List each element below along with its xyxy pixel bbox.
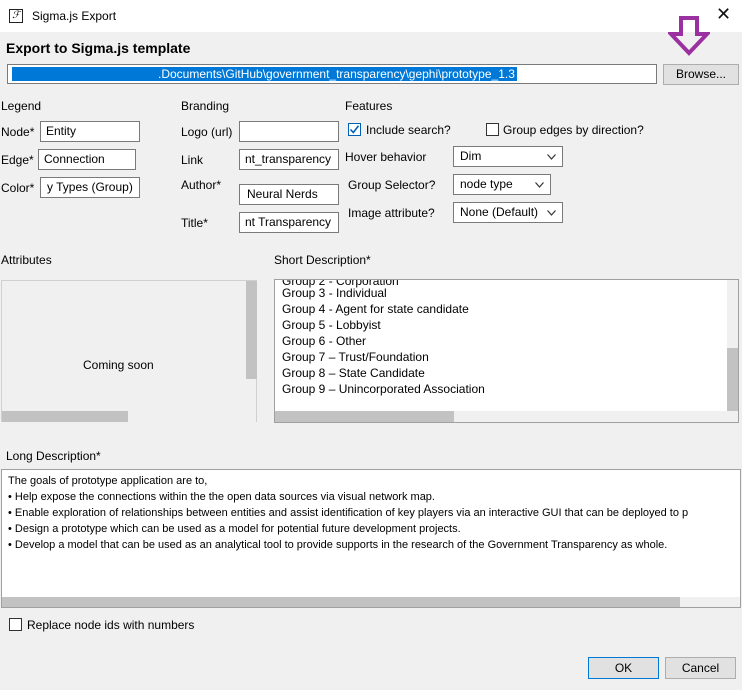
edge-field[interactable]: Connection [38,149,136,170]
hover-behavior-select[interactable]: Dim [453,146,563,167]
hover-behavior-value: Dim [460,149,482,163]
short-description-textarea[interactable]: Group 2 - Corporation Group 3 - Individu… [274,279,739,423]
link-label: Link [181,153,204,167]
link-field[interactable]: nt_transparency [239,149,339,170]
image-attribute-value: None (Default) [460,205,539,219]
node-label: Node* [1,125,35,139]
group-selector-select[interactable]: node type [453,174,551,195]
node-field[interactable]: Entity [40,121,140,142]
sigma-app-icon: ℱ [9,9,23,23]
long-description-line: • Develop a model that can be used as an… [8,539,668,551]
short-description-line: Group 8 – State Candidate [282,366,425,380]
include-search-checkbox[interactable] [348,123,361,136]
long-description-hscroll-thumb[interactable] [2,597,680,607]
long-description-title: Long Description* [6,449,101,463]
group-selector-value: node type [460,177,513,191]
group-edges-checkbox[interactable] [486,123,499,136]
attributes-section-title: Attributes [1,253,52,267]
chevron-down-icon [535,182,544,188]
short-description-horizontal-scrollbar[interactable] [275,411,738,422]
long-description-textarea[interactable]: The goals of prototype application are t… [1,469,741,608]
short-description-line: Group 5 - Lobbyist [282,318,381,332]
long-description-horizontal-scrollbar[interactable] [2,597,740,607]
output-path-field[interactable]: .Documents\GitHub\government_transparenc… [7,64,657,84]
hover-behavior-label: Hover behavior [345,150,427,164]
cancel-button[interactable]: Cancel [665,657,736,679]
short-description-vertical-scrollbar[interactable] [727,280,738,411]
branding-section-title: Branding [181,99,230,113]
short-description-line: Group 6 - Other [282,334,367,348]
long-description-line: The goals of prototype application are t… [8,475,208,487]
group-edges-label: Group edges by direction? [503,123,644,137]
short-description-line: Group 9 – Unincorporated Association [282,382,485,396]
output-path-value: .Documents\GitHub\government_transparenc… [12,67,517,81]
short-description-title: Short Description* [274,253,371,267]
attributes-panel: Coming soon [1,280,257,422]
attributes-horizontal-scrollbar[interactable] [2,411,256,422]
checkmark-icon [349,125,360,134]
replace-node-ids-checkbox[interactable] [9,618,22,631]
close-icon[interactable]: ✕ [716,5,731,23]
attributes-scroll-thumb[interactable] [2,411,128,422]
image-attribute-label: Image attribute? [348,206,435,220]
title-field[interactable]: nt Transparency [239,212,339,233]
short-description-line: Group 3 - Individual [282,286,387,300]
image-attribute-select[interactable]: None (Default) [453,202,563,223]
author-label: Author* [181,178,222,192]
replace-node-ids-label: Replace node ids with numbers [27,618,195,632]
logo-url-field[interactable] [239,121,339,142]
features-section-title: Features [345,99,393,113]
short-description-vscroll-thumb[interactable] [727,348,738,411]
chevron-down-icon [547,210,556,216]
long-description-line: • Help expose the connections within the… [8,491,435,503]
author-field[interactable]: Neural Nerds [239,184,339,205]
attributes-vertical-scrollbar[interactable] [246,281,257,379]
window-title: Sigma.js Export [32,9,117,23]
short-description-line: Group 7 – Trust/Foundation [282,350,429,364]
color-field[interactable]: y Types (Group) [40,177,140,198]
dialog-heading: Export to Sigma.js template [6,40,191,56]
ok-button[interactable]: OK [588,657,659,679]
long-description-line: • Enable exploration of relationships be… [8,507,689,519]
color-label: Color* [1,181,35,195]
title-label: Title* [181,216,208,230]
include-search-label: Include search? [366,123,451,137]
down-arrow-icon [666,16,712,59]
group-selector-label: Group Selector? [348,178,436,192]
chevron-down-icon [547,154,556,160]
attributes-placeholder: Coming soon [83,358,154,372]
legend-section-title: Legend [1,99,42,113]
logo-label: Logo (url) [181,125,233,139]
browse-button[interactable]: Browse... [663,64,739,85]
short-description-line: Group 4 - Agent for state candidate [282,302,469,316]
long-description-line: • Design a prototype which can be used a… [8,523,461,535]
edge-label: Edge* [1,153,34,167]
short-description-hscroll-thumb[interactable] [275,411,454,422]
